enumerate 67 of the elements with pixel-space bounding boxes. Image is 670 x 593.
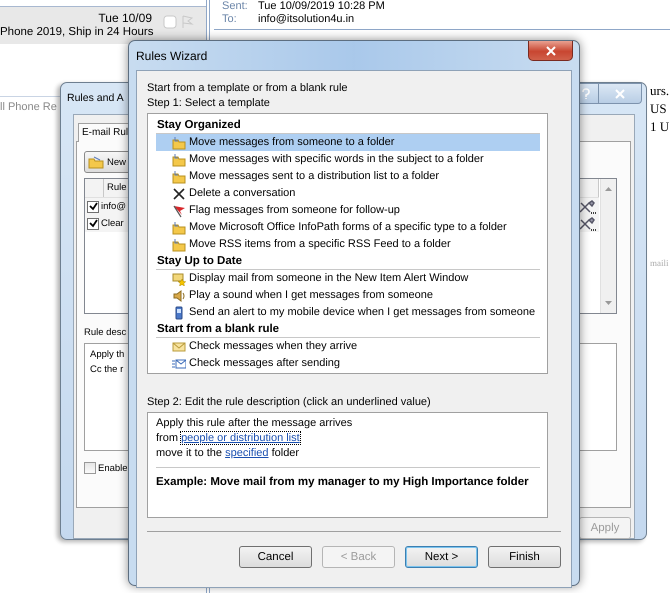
window-title: Rules Wizard: [136, 48, 208, 62]
rule-name: info@: [101, 201, 126, 212]
checkbox-icon: [163, 15, 177, 29]
header-label: Sent:: [222, 0, 249, 13]
close-button[interactable]: [528, 41, 573, 61]
checkbox[interactable]: [84, 462, 96, 474]
close-icon: [544, 46, 556, 56]
example-text: Example: Move mail from my manager to my High Importance folder: [156, 476, 530, 488]
header-value: info@itsolution4u.in: [258, 13, 354, 26]
checkbox[interactable]: [87, 200, 99, 212]
tools-icon: [578, 200, 598, 214]
header-value: Tue 10/09/2019 10:28 PM: [258, 0, 385, 13]
template-item[interactable]: Send an alert to my mobile device when I get messages from someone: [156, 304, 540, 321]
template-item[interactable]: Display mail from someone in the New Item Alert Window: [156, 270, 540, 287]
checkbox-label: Enable: [98, 462, 128, 474]
link[interactable]: specified: [225, 447, 269, 459]
flag-icon: [172, 204, 186, 218]
dialog-button[interactable]: Finish: [488, 546, 561, 568]
envelope-icon: [172, 340, 186, 354]
envelope-star-icon: [172, 272, 186, 286]
folder-icon: [172, 220, 186, 234]
step-label: Step 2: Edit the rule description (click an underlined value): [147, 395, 432, 410]
scrollbar[interactable]: [600, 179, 616, 313]
message-date: Tue 10/09: [98, 11, 152, 21]
template-item[interactable]: Move messages from someone to a folder: [156, 134, 540, 151]
envelope-lines-icon: [172, 356, 186, 370]
description-line: Apply this rule after the message arrives: [156, 416, 354, 431]
description-line: Cc the r: [90, 363, 124, 377]
speaker-icon: [172, 288, 186, 302]
template-item[interactable]: Move RSS items from a specific RSS Feed to a folder: [156, 236, 540, 253]
dialog-button[interactable]: Cancel: [239, 546, 312, 568]
folder-icon: [172, 238, 186, 252]
template-item[interactable]: Check messages after sending: [156, 355, 540, 372]
folder-icon: [172, 136, 186, 150]
message-subject: Phone 2019, Ship in 24 Hours: [0, 25, 154, 35]
close-icon: [614, 88, 626, 98]
section-label: Rule desc: [84, 326, 126, 340]
folder-icon: [172, 152, 186, 166]
message-text: maili: [650, 258, 670, 268]
dialog-button[interactable]: Next >: [405, 546, 478, 568]
group-header: Start from a blank rule: [156, 321, 540, 338]
description-line: Apply th: [90, 348, 124, 362]
group-header: Stay Up to Date: [156, 253, 540, 270]
help-icon: [581, 88, 591, 100]
template-item[interactable]: Move messages with specific words in the subject to a folder: [156, 151, 540, 168]
message-text: US: [650, 100, 668, 118]
up-arrow-icon: [605, 187, 612, 191]
message-item[interactable]: Tue 10/09 Phone 2019, Ship in 24 Hours: [0, 6, 206, 44]
instruction-text: Start from a template or from a blank rule: [147, 81, 349, 96]
cross-icon: [172, 186, 186, 200]
template-item[interactable]: Play a sound when I get messages from someone: [156, 287, 540, 304]
checkbox[interactable]: [87, 218, 99, 230]
link[interactable]: people or distribution list: [181, 432, 300, 444]
message-text: urs.: [650, 82, 670, 100]
tools-icon: [578, 216, 598, 230]
down-arrow-icon: [605, 301, 612, 305]
template-item[interactable]: Flag messages from someone for follow-up: [156, 202, 540, 219]
template-item[interactable]: Move Microsoft Office InfoPath forms of a specific type to a folder: [156, 219, 540, 236]
folder-icon: [172, 170, 186, 184]
flag-icon: [180, 15, 194, 29]
description-line: move it to the specified folder: [156, 446, 300, 461]
rule-name: Clear: [101, 218, 124, 229]
description-line: from people or distribution list: [156, 431, 301, 446]
folder-icon: [88, 155, 104, 169]
header-label: To:: [222, 13, 238, 26]
template-item[interactable]: Check messages when they arrive: [156, 338, 540, 355]
message-text: 1 U: [650, 118, 670, 136]
